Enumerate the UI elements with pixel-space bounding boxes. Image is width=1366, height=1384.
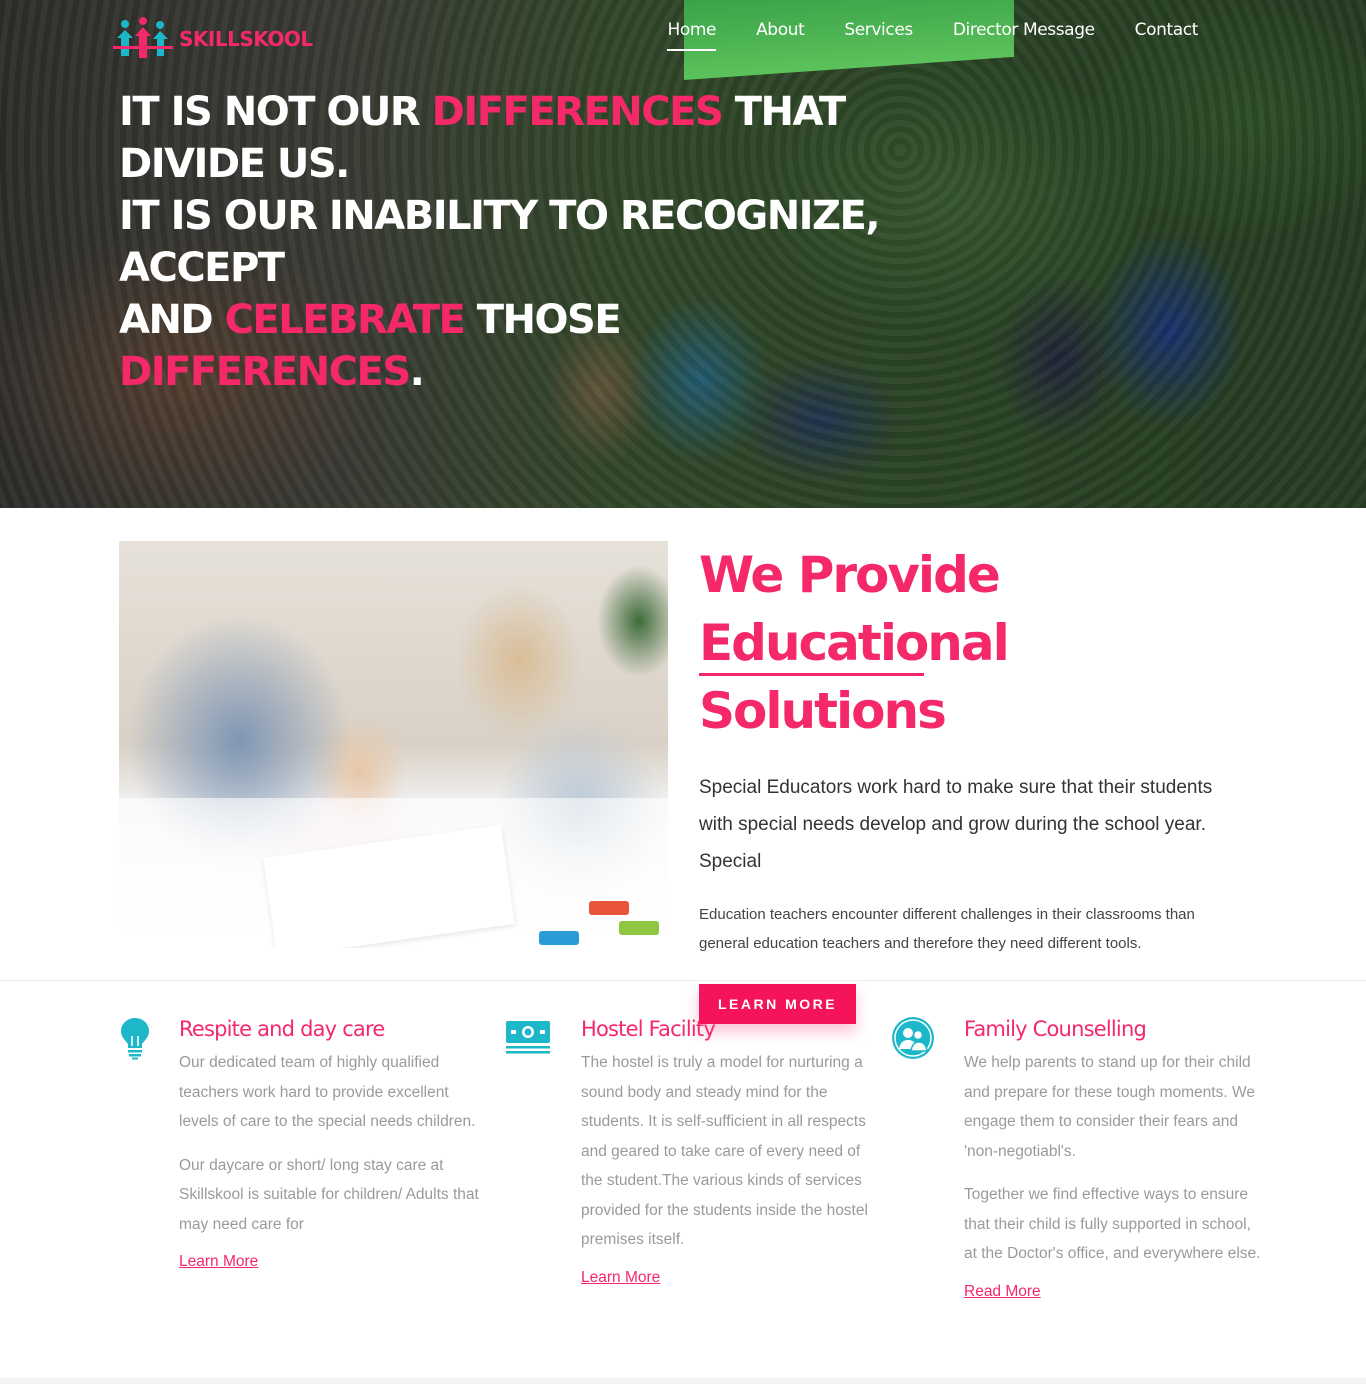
hero-line-1: IT IS NOT OUR DIFFERENCES THAT — [119, 86, 846, 138]
title-underline — [699, 673, 924, 676]
logo-icon — [113, 17, 173, 58]
about-paragraph-2: Education teachers encounter different c… — [699, 906, 1195, 952]
hero-line-4: ACCEPT — [119, 245, 285, 291]
section-divider — [0, 980, 1366, 981]
about-content: We Provide Educational Solutions Special… — [699, 541, 1259, 1024]
hero-text-segment: IT IS NOT OUR — [119, 89, 432, 135]
hero-text-segment: THOSE — [464, 297, 622, 343]
service-paragraph: Our daycare or short/ long stay care at … — [179, 1156, 479, 1233]
service-title: Family Counselling — [964, 1017, 1147, 1041]
photo-toy — [539, 931, 579, 945]
service-paragraph: Together we find effective ways to ensur… — [964, 1186, 1261, 1262]
service-paragraph: Our dedicated team of highly qualified t… — [179, 1054, 476, 1130]
money-icon — [506, 1021, 550, 1054]
service-paragraph: We help parents to stand up for their ch… — [964, 1054, 1255, 1160]
about-title-wrap: We Provide Educational Solutions — [699, 541, 1259, 747]
nav-home[interactable]: Home — [647, 20, 736, 51]
nav-director-message[interactable]: Director Message — [933, 20, 1115, 46]
hero-line-3: IT IS OUR INABILITY TO RECOGNIZE, — [119, 193, 881, 239]
lightbulb-icon — [121, 1018, 149, 1060]
top-navigation: SKILLSKOOL Home About Services Director … — [0, 0, 1366, 70]
nav-contact[interactable]: Contact — [1115, 20, 1218, 46]
service-counselling: Family Counselling We help parents to st… — [891, 1014, 1261, 1301]
teacher-children-photo — [119, 541, 668, 948]
hero-quote: IT IS NOT OUR DIFFERENCES THAT DIVIDE US… — [119, 86, 881, 398]
about-title-line-1: We Provide Educational — [699, 546, 1010, 672]
hero-highlight: DIFFERENCES — [119, 349, 411, 395]
service-learn-more-link[interactable]: Learn More — [179, 1253, 258, 1271]
service-title: Hostel Facility — [581, 1017, 716, 1041]
main-menu: Home About Services Director Message Con… — [647, 20, 1218, 51]
photo-toy — [619, 921, 659, 935]
nav-services[interactable]: Services — [824, 20, 933, 46]
hero-line-6: DIFFERENCES. — [119, 346, 819, 398]
nav-about[interactable]: About — [736, 20, 824, 46]
service-learn-more-link[interactable]: Learn More — [581, 1269, 660, 1287]
hero-section: SKILLSKOOL Home About Services Director … — [0, 0, 1366, 508]
service-hostel: Hostel Facility The hostel is truly a mo… — [505, 1014, 875, 1287]
hero-text-segment: . — [409, 349, 425, 395]
service-title: Respite and day care — [179, 1017, 385, 1041]
hero-highlight: CELEBRATE — [224, 297, 466, 343]
service-respite: Respite and day care Our dedicated team … — [119, 1014, 479, 1271]
service-paragraph: The hostel is truly a model for nurturin… — [581, 1054, 868, 1248]
about-paragraph-1: Special Educators work hard to make sure… — [699, 777, 1213, 872]
site-logo[interactable]: SKILLSKOOL — [113, 16, 313, 62]
footer-band — [0, 1378, 1366, 1384]
hero-text-segment: THAT — [722, 89, 846, 135]
about-title-line-2: Solutions — [699, 682, 947, 740]
hero-highlight: DIFFERENCES — [431, 89, 724, 135]
hero-line-2: DIVIDE US. — [119, 141, 350, 187]
service-read-more-link[interactable]: Read More — [964, 1283, 1041, 1301]
users-icon — [892, 1017, 934, 1059]
about-section: We Provide Educational Solutions Special… — [119, 541, 1249, 1024]
hero-text-segment: AND — [119, 297, 225, 343]
photo-toy — [589, 901, 629, 915]
hero-line-5: AND CELEBRATE THOSE — [119, 294, 819, 346]
logo-text: SKILLSKOOL — [179, 27, 313, 51]
